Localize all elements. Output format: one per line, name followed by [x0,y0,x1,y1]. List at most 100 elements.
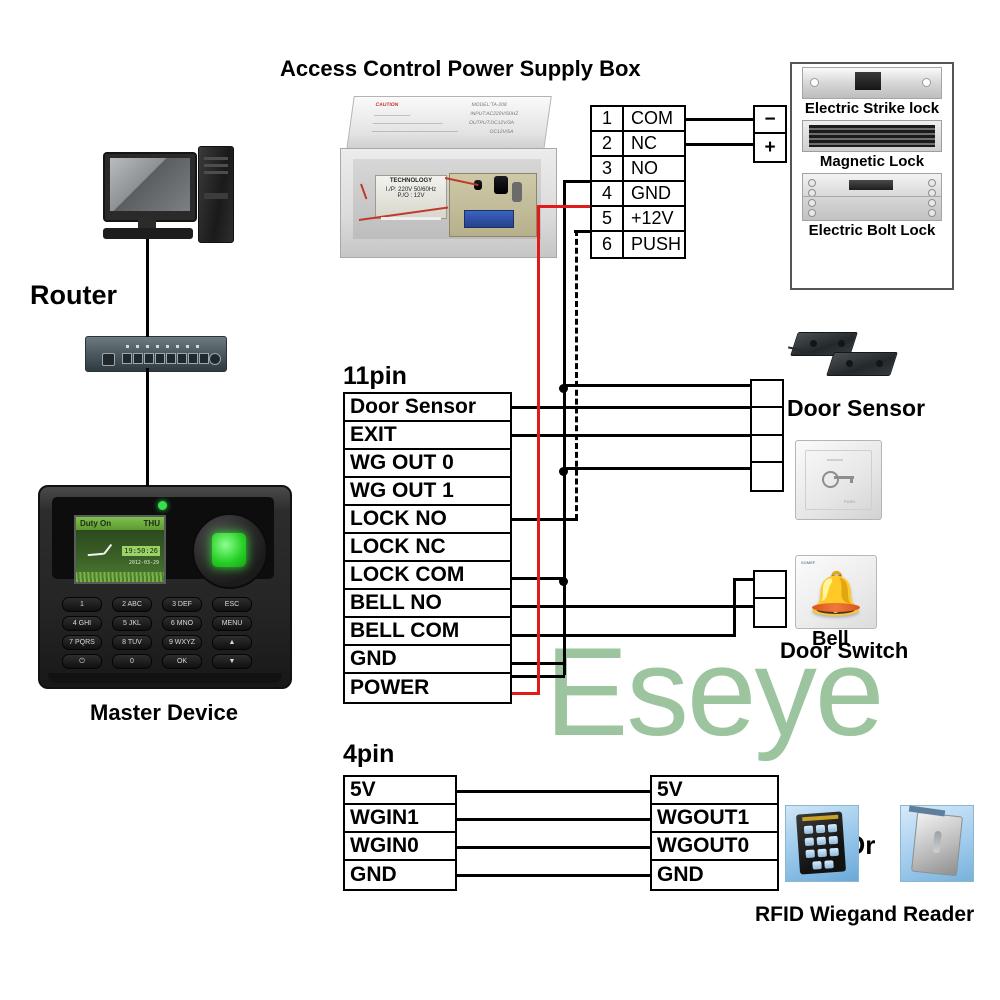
key-button[interactable]: ▲ [212,635,252,650]
terminal-label: COM [631,108,673,128]
router-device [85,336,227,372]
key-button[interactable]: ▼ [212,654,252,669]
list-item[interactable]: WG OUT 1 [345,478,510,506]
list-item[interactable]: WGIN1 [345,805,455,833]
list-item[interactable]: GND [652,861,777,889]
screen-date: 2012-03-29 [128,560,159,566]
computer-tower [198,146,234,243]
list-item[interactable]: GND [345,646,510,674]
table-row[interactable]: 2 NC [592,132,684,157]
wire-junction-dot [559,467,568,476]
key-button[interactable]: 0 [112,654,152,669]
power-supply-terminal-table[interactable]: 1 COM 2 NC 3 NO 4 GND 5 +12V 6 PUSH [590,105,686,259]
electric-bolt-lock-caption: Electric Bolt Lock [808,222,936,239]
table-row[interactable]: 6 PUSH [592,232,684,257]
key-button[interactable]: 8 TUV [112,635,152,650]
list-item[interactable]: WGOUT1 [652,805,777,833]
list-item[interactable]: BELL NO [345,590,510,618]
list-item[interactable]: Door Sensor [345,394,510,422]
key-button[interactable]: ⏻ [62,654,102,669]
rfid-card-reader-image [900,805,974,882]
key-button[interactable]: 1 [62,597,102,612]
connector-cell[interactable] [755,572,785,599]
key-button[interactable]: 9 WXYZ [162,635,202,650]
wire-bell-no-top [733,578,755,581]
wire-bell-no [508,605,736,608]
psu-output: OUTPUT:DC12V/3A [468,120,515,126]
terminal-label: GND [631,183,671,203]
fingerprint-sensor[interactable] [192,513,268,589]
key-button[interactable]: 5 JKL [112,616,152,631]
table-row[interactable]: 4 GND [592,182,684,207]
connector-cell[interactable] [752,463,782,490]
lock-connector-block[interactable]: − + [753,105,787,163]
psu-model: MODEL:TA-208 [471,102,508,108]
rfid-reader-slot [932,830,942,854]
power-supply-enclosure: TECHNOLOGY I./P: 220V 50/60Hz P./O : 12V [340,148,557,258]
key-button[interactable]: 3 DEF [162,597,202,612]
door-switch-image: PUSH [795,440,882,520]
wire-bell-com-riser [733,605,736,637]
status-led-icon [158,501,167,510]
pin4-right-block[interactable]: 5V WGOUT1 WGOUT0 GND [650,775,779,891]
monitor-base [103,228,193,239]
rfid-card-reader-body [910,811,964,877]
pin4-left-block[interactable]: 5V WGIN1 WGIN0 GND [343,775,457,891]
power-supply-lid: CAUTION _____________ __________________… [346,96,552,150]
list-item[interactable]: WG OUT 0 [345,450,510,478]
terminal-number: 1 [592,107,624,130]
table-row[interactable]: 5 +12V [592,207,684,232]
master-device[interactable]: Duty On THU 19:50:26 2012-03-29 1 2 ABC … [38,485,292,689]
electric-strike-lock-image [802,67,942,99]
transformer-spec2: P./O : 12V [397,193,425,199]
key-button[interactable]: MENU [212,616,252,631]
wire-gnd-out [563,180,593,183]
screen-clock-face: 19:50:26 2012-03-29 [76,530,164,582]
bell-label: Bell [812,628,849,650]
list-item[interactable]: WGOUT0 [652,833,777,861]
transformer-label: TECHNOLOGY [389,178,433,184]
wire-door-sensor-gnd [563,384,750,387]
connector-cell[interactable] [752,436,782,463]
wire-bell-com-top [733,605,755,608]
lock-options-panel: Electric Strike lock Magnetic Lock Elect… [790,62,954,290]
connector-cell[interactable] [752,408,782,435]
bell-connector[interactable] [753,570,787,628]
psu-input: INPUT:AC220V/50HZ [469,111,519,117]
wire-bell-com [508,634,736,637]
list-item[interactable]: LOCK NO [345,506,510,534]
key-button[interactable]: 6 MNO [162,616,202,631]
pin4-heading: 4pin [343,740,395,768]
master-device-keypad[interactable]: 1 2 ABC 3 DEF ESC 4 GHI 5 JKL 6 MNO MENU… [62,597,262,669]
list-item[interactable]: LOCK NC [345,534,510,562]
list-item[interactable]: WGIN0 [345,833,455,861]
door-sensor-connector[interactable] [750,379,784,437]
list-item[interactable]: 5V [345,777,455,805]
key-button[interactable]: ESC [212,597,252,612]
list-item[interactable]: POWER [345,674,510,702]
connector-cell[interactable] [752,381,782,408]
wire-nc-to-lock [682,143,754,146]
list-item[interactable]: GND [345,861,455,889]
table-row[interactable]: 1 COM [592,107,684,132]
door-sensor-label: Door Sensor [787,395,926,421]
list-item[interactable]: LOCK COM [345,562,510,590]
key-button[interactable]: 7 PQRS [62,635,102,650]
screen-day-text: THU [143,519,160,528]
terminal-number: 2 [592,132,624,155]
wire-12v-bus [537,205,540,695]
list-item[interactable]: 5V [652,777,777,805]
key-button[interactable]: 4 GHI [62,616,102,631]
pin11-terminal-block[interactable]: Door Sensor EXIT WG OUT 0 WG OUT 1 LOCK … [343,392,512,704]
list-item[interactable]: BELL COM [345,618,510,646]
connector-cell[interactable] [755,599,785,626]
table-row[interactable]: 3 NO [592,157,684,182]
wire-lock-no [508,518,578,521]
power-supply-title: Access Control Power Supply Box [280,56,641,81]
list-item[interactable]: EXIT [345,422,510,450]
key-button[interactable]: OK [162,654,202,669]
door-switch-connector[interactable] [750,434,784,492]
wire-gnd-bus [563,180,566,675]
key-button[interactable]: 2 ABC [112,597,152,612]
rfid-keypad-reader-image [785,805,859,882]
